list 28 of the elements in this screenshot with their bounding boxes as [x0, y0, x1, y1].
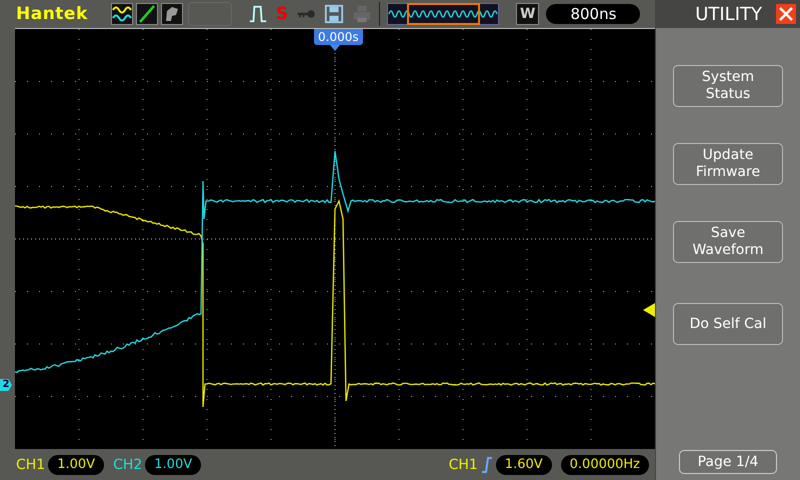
rising-edge-icon — [480, 456, 493, 472]
trigger-position-label: 0.000s — [314, 29, 363, 45]
dual-wave-icon[interactable] — [110, 3, 133, 25]
ch2-scale: 1.00V — [145, 454, 202, 474]
trigger-level: 1.60V — [496, 454, 552, 474]
menu-button[interactable]: Update Firmware — [673, 143, 783, 185]
menu-button[interactable]: System Status — [673, 65, 783, 107]
trigger-level-arrow-icon[interactable] — [643, 303, 655, 317]
trigger-source: CH1 — [448, 456, 478, 472]
close-icon[interactable] — [776, 4, 796, 24]
ch1-scale: 1.00V — [48, 454, 104, 474]
menu-button[interactable]: Do Self Cal — [673, 303, 783, 345]
frequency-readout: 0.00000Hz — [560, 454, 649, 474]
timebase-mode-label: W — [516, 3, 540, 25]
page-button[interactable]: Page 1/4 — [679, 450, 777, 474]
ch2-label: CH2 — [113, 456, 142, 472]
menu-button[interactable]: Save Waveform — [673, 221, 783, 263]
waveform-overview-icon — [387, 3, 500, 25]
ch1-label: CH1 — [16, 456, 46, 472]
brand-logo: Hantek — [16, 4, 88, 24]
line-icon[interactable] — [136, 3, 158, 25]
trigger-position-arrow-icon — [330, 45, 340, 51]
timebase-value: 800ns — [546, 4, 640, 24]
ch2-marker[interactable]: 2 — [0, 379, 12, 391]
persistence-icon[interactable] — [160, 3, 183, 25]
pulse-icon — [248, 4, 268, 24]
menu-title: UTILITY — [695, 4, 762, 24]
status-letter: S — [276, 4, 288, 24]
